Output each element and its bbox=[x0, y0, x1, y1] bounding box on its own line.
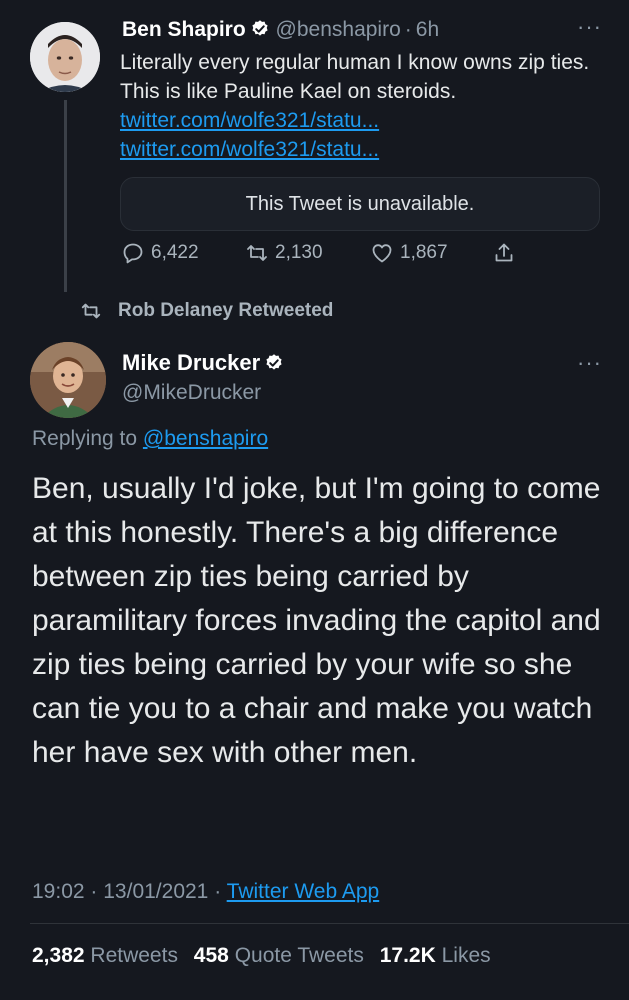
retweet-count: 2,130 bbox=[275, 242, 323, 263]
tweet1-handle[interactable]: @benshapiro bbox=[276, 18, 401, 41]
tweet1-body: Literally every regular human I know own… bbox=[120, 51, 590, 103]
retweet-icon bbox=[81, 303, 101, 319]
meta-separator: · bbox=[90, 880, 98, 903]
retweeted-by-row[interactable]: Rob Delaney Retweeted bbox=[80, 300, 333, 322]
avatar-mike-drucker-image bbox=[30, 342, 106, 418]
retweets-stat-count: 2,382 bbox=[32, 944, 85, 967]
tweet2-body: Ben, usually I'd joke, but I'm going to … bbox=[32, 472, 601, 769]
tweet2-stats: 2,382 Retweets 458 Quote Tweets 17.2K Li… bbox=[32, 944, 491, 968]
quote-tweets-stat[interactable]: 458 Quote Tweets bbox=[194, 944, 364, 967]
replying-to-prefix: Replying to bbox=[32, 427, 138, 450]
more-options-icon[interactable]: ··· bbox=[577, 350, 602, 376]
tweet2-time: 19:02 bbox=[32, 880, 85, 903]
tweet1-author-name[interactable]: Ben Shapiro bbox=[122, 18, 246, 41]
like-button[interactable]: 1,867 bbox=[370, 241, 448, 265]
share-button[interactable] bbox=[492, 241, 516, 265]
retweeted-by-label: Rob Delaney Retweeted bbox=[118, 300, 334, 321]
like-count: 1,867 bbox=[400, 242, 448, 263]
tweet1-link-1[interactable]: twitter.com/wolfe321/statu... bbox=[120, 109, 379, 132]
retweets-stat-label: Retweets bbox=[90, 944, 178, 967]
replying-to: Replying to @benshapiro bbox=[32, 427, 268, 451]
quoted-tweet-unavailable: This Tweet is unavailable. bbox=[120, 177, 600, 231]
quote-tweets-stat-label: Quote Tweets bbox=[234, 944, 364, 967]
thread-line bbox=[64, 100, 67, 292]
verified-badge-icon bbox=[252, 20, 268, 36]
reply-icon bbox=[123, 243, 143, 264]
likes-stat-count: 17.2K bbox=[379, 944, 436, 967]
meta-separator: · bbox=[214, 880, 222, 903]
divider bbox=[30, 923, 629, 924]
likes-stat[interactable]: 17.2K Likes bbox=[380, 944, 491, 967]
likes-stat-label: Likes bbox=[441, 944, 491, 967]
retweet-button[interactable]: 2,130 bbox=[245, 241, 323, 265]
avatar[interactable] bbox=[30, 342, 106, 418]
quoted-tweet-message: This Tweet is unavailable. bbox=[245, 192, 475, 215]
tweet1-text: Literally every regular human I know own… bbox=[120, 48, 610, 164]
more-options-icon[interactable]: ··· bbox=[577, 14, 602, 40]
tweet1-header: Ben Shapiro @benshapiro · 6h bbox=[122, 18, 439, 42]
tweet1-link-2[interactable]: twitter.com/wolfe321/statu... bbox=[120, 138, 379, 161]
reply-button[interactable]: 6,422 bbox=[121, 241, 199, 265]
retweet-icon bbox=[247, 245, 267, 261]
verified-badge-icon bbox=[266, 354, 282, 370]
quote-tweets-stat-count: 458 bbox=[193, 944, 229, 967]
replying-to-link[interactable]: @benshapiro bbox=[143, 427, 268, 450]
tweet2-author: Mike Drucker bbox=[122, 350, 284, 376]
tweet1-separator: · bbox=[404, 18, 412, 41]
tweet2-date: 13/01/2021 bbox=[103, 880, 209, 903]
tweet1-time[interactable]: 6h bbox=[416, 18, 439, 41]
tweet2-meta: 19:02 · 13/01/2021 · Twitter Web App bbox=[32, 880, 379, 904]
tweet2-source-link[interactable]: Twitter Web App bbox=[227, 880, 380, 903]
tweet2-handle[interactable]: @MikeDrucker bbox=[122, 381, 261, 405]
heart-icon bbox=[372, 244, 392, 263]
avatar[interactable] bbox=[30, 22, 100, 92]
share-icon bbox=[495, 243, 513, 262]
retweets-stat[interactable]: 2,382 Retweets bbox=[32, 944, 178, 967]
reply-count: 6,422 bbox=[151, 242, 199, 263]
avatar-ben-shapiro-image bbox=[30, 22, 100, 92]
tweet2-author-name[interactable]: Mike Drucker bbox=[122, 350, 260, 375]
